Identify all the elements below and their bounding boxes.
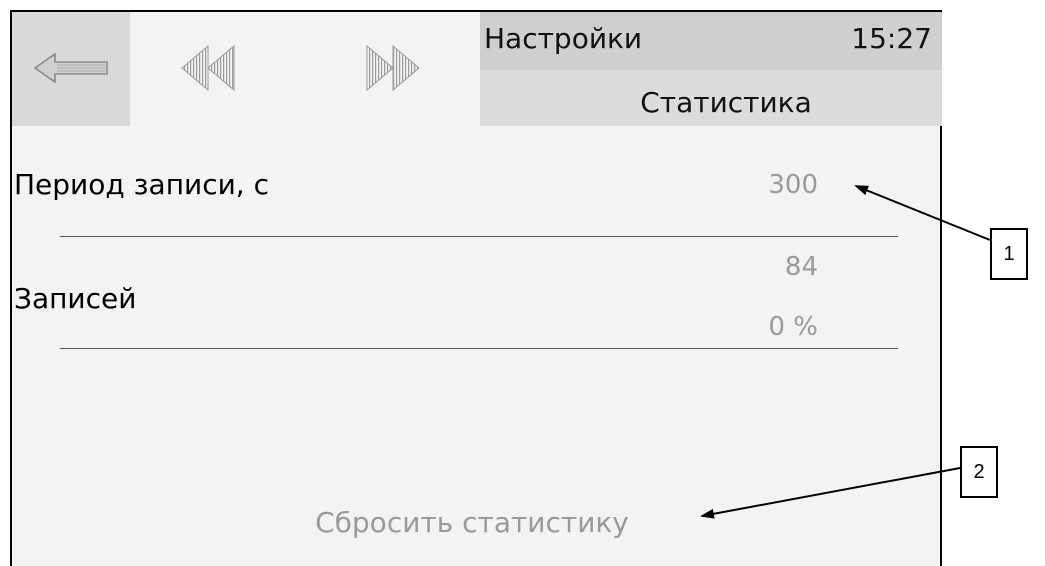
callout-2: 2 bbox=[960, 446, 998, 498]
callout-1: 1 bbox=[990, 228, 1028, 280]
callout-1-arrow bbox=[854, 185, 991, 241]
annotation-arrows bbox=[700, 185, 991, 519]
callout-2-arrow bbox=[700, 467, 961, 519]
